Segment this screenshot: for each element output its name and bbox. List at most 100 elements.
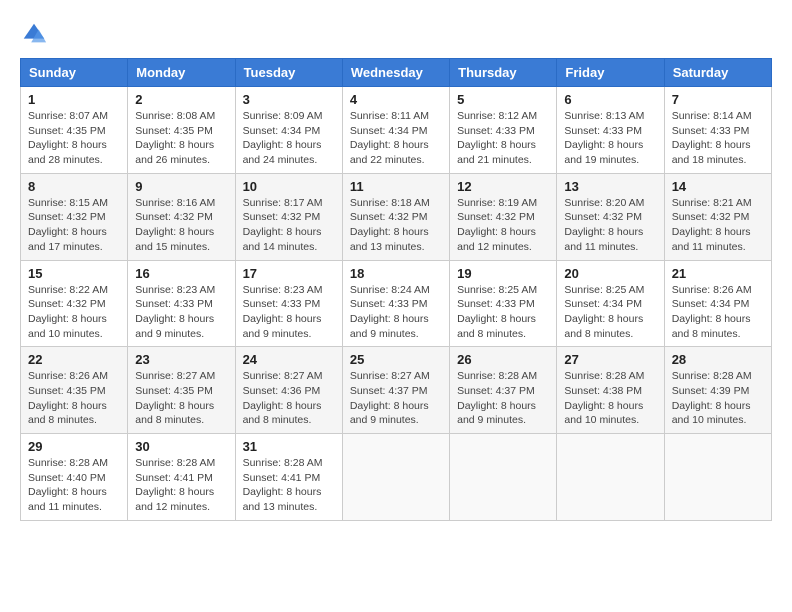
day-info: Sunrise: 8:17 AM Sunset: 4:32 PM Dayligh… [243,196,335,255]
day-number: 19 [457,266,549,281]
day-number: 26 [457,352,549,367]
day-number: 22 [28,352,120,367]
calendar-week-row: 1 Sunrise: 8:07 AM Sunset: 4:35 PM Dayli… [21,87,772,174]
calendar-header-wednesday: Wednesday [342,59,449,87]
day-info: Sunrise: 8:16 AM Sunset: 4:32 PM Dayligh… [135,196,227,255]
calendar-cell: 28 Sunrise: 8:28 AM Sunset: 4:39 PM Dayl… [664,347,771,434]
day-number: 2 [135,92,227,107]
calendar-table: SundayMondayTuesdayWednesdayThursdayFrid… [20,58,772,521]
day-info: Sunrise: 8:14 AM Sunset: 4:33 PM Dayligh… [672,109,764,168]
calendar-header-thursday: Thursday [450,59,557,87]
calendar-cell [664,434,771,521]
calendar-cell [557,434,664,521]
day-number: 28 [672,352,764,367]
day-number: 11 [350,179,442,194]
day-info: Sunrise: 8:09 AM Sunset: 4:34 PM Dayligh… [243,109,335,168]
day-info: Sunrise: 8:26 AM Sunset: 4:35 PM Dayligh… [28,369,120,428]
day-number: 25 [350,352,442,367]
day-info: Sunrise: 8:07 AM Sunset: 4:35 PM Dayligh… [28,109,120,168]
day-number: 30 [135,439,227,454]
calendar-cell [450,434,557,521]
day-info: Sunrise: 8:15 AM Sunset: 4:32 PM Dayligh… [28,196,120,255]
calendar-cell: 6 Sunrise: 8:13 AM Sunset: 4:33 PM Dayli… [557,87,664,174]
calendar-cell: 22 Sunrise: 8:26 AM Sunset: 4:35 PM Dayl… [21,347,128,434]
calendar-header-sunday: Sunday [21,59,128,87]
day-number: 6 [564,92,656,107]
day-info: Sunrise: 8:24 AM Sunset: 4:33 PM Dayligh… [350,283,442,342]
day-number: 16 [135,266,227,281]
day-number: 13 [564,179,656,194]
day-info: Sunrise: 8:25 AM Sunset: 4:33 PM Dayligh… [457,283,549,342]
day-number: 20 [564,266,656,281]
day-number: 7 [672,92,764,107]
logo [20,20,52,48]
calendar-cell: 27 Sunrise: 8:28 AM Sunset: 4:38 PM Dayl… [557,347,664,434]
day-number: 5 [457,92,549,107]
calendar-cell: 4 Sunrise: 8:11 AM Sunset: 4:34 PM Dayli… [342,87,449,174]
calendar-cell: 26 Sunrise: 8:28 AM Sunset: 4:37 PM Dayl… [450,347,557,434]
day-info: Sunrise: 8:27 AM Sunset: 4:35 PM Dayligh… [135,369,227,428]
calendar-header-friday: Friday [557,59,664,87]
calendar-cell: 30 Sunrise: 8:28 AM Sunset: 4:41 PM Dayl… [128,434,235,521]
calendar-cell: 20 Sunrise: 8:25 AM Sunset: 4:34 PM Dayl… [557,260,664,347]
day-info: Sunrise: 8:22 AM Sunset: 4:32 PM Dayligh… [28,283,120,342]
calendar-cell: 17 Sunrise: 8:23 AM Sunset: 4:33 PM Dayl… [235,260,342,347]
calendar-cell: 11 Sunrise: 8:18 AM Sunset: 4:32 PM Dayl… [342,173,449,260]
calendar-cell: 24 Sunrise: 8:27 AM Sunset: 4:36 PM Dayl… [235,347,342,434]
calendar-cell: 1 Sunrise: 8:07 AM Sunset: 4:35 PM Dayli… [21,87,128,174]
day-info: Sunrise: 8:27 AM Sunset: 4:36 PM Dayligh… [243,369,335,428]
day-info: Sunrise: 8:23 AM Sunset: 4:33 PM Dayligh… [135,283,227,342]
calendar-cell: 13 Sunrise: 8:20 AM Sunset: 4:32 PM Dayl… [557,173,664,260]
calendar-cell: 7 Sunrise: 8:14 AM Sunset: 4:33 PM Dayli… [664,87,771,174]
day-info: Sunrise: 8:19 AM Sunset: 4:32 PM Dayligh… [457,196,549,255]
day-info: Sunrise: 8:13 AM Sunset: 4:33 PM Dayligh… [564,109,656,168]
calendar-header-row: SundayMondayTuesdayWednesdayThursdayFrid… [21,59,772,87]
day-info: Sunrise: 8:25 AM Sunset: 4:34 PM Dayligh… [564,283,656,342]
page-header [20,20,772,48]
day-number: 1 [28,92,120,107]
day-info: Sunrise: 8:27 AM Sunset: 4:37 PM Dayligh… [350,369,442,428]
calendar-cell: 21 Sunrise: 8:26 AM Sunset: 4:34 PM Dayl… [664,260,771,347]
calendar-week-row: 8 Sunrise: 8:15 AM Sunset: 4:32 PM Dayli… [21,173,772,260]
calendar-cell: 19 Sunrise: 8:25 AM Sunset: 4:33 PM Dayl… [450,260,557,347]
day-info: Sunrise: 8:23 AM Sunset: 4:33 PM Dayligh… [243,283,335,342]
calendar-week-row: 15 Sunrise: 8:22 AM Sunset: 4:32 PM Dayl… [21,260,772,347]
day-info: Sunrise: 8:28 AM Sunset: 4:37 PM Dayligh… [457,369,549,428]
day-number: 10 [243,179,335,194]
day-info: Sunrise: 8:28 AM Sunset: 4:40 PM Dayligh… [28,456,120,515]
calendar-cell: 29 Sunrise: 8:28 AM Sunset: 4:40 PM Dayl… [21,434,128,521]
day-number: 29 [28,439,120,454]
calendar-cell: 16 Sunrise: 8:23 AM Sunset: 4:33 PM Dayl… [128,260,235,347]
calendar-cell: 8 Sunrise: 8:15 AM Sunset: 4:32 PM Dayli… [21,173,128,260]
day-number: 9 [135,179,227,194]
day-info: Sunrise: 8:26 AM Sunset: 4:34 PM Dayligh… [672,283,764,342]
day-number: 21 [672,266,764,281]
day-number: 23 [135,352,227,367]
calendar-cell: 9 Sunrise: 8:16 AM Sunset: 4:32 PM Dayli… [128,173,235,260]
day-info: Sunrise: 8:28 AM Sunset: 4:41 PM Dayligh… [135,456,227,515]
calendar-week-row: 22 Sunrise: 8:26 AM Sunset: 4:35 PM Dayl… [21,347,772,434]
calendar-header-tuesday: Tuesday [235,59,342,87]
day-number: 31 [243,439,335,454]
calendar-header-saturday: Saturday [664,59,771,87]
calendar-cell: 14 Sunrise: 8:21 AM Sunset: 4:32 PM Dayl… [664,173,771,260]
calendar-cell: 31 Sunrise: 8:28 AM Sunset: 4:41 PM Dayl… [235,434,342,521]
calendar-cell: 23 Sunrise: 8:27 AM Sunset: 4:35 PM Dayl… [128,347,235,434]
day-info: Sunrise: 8:18 AM Sunset: 4:32 PM Dayligh… [350,196,442,255]
day-number: 15 [28,266,120,281]
day-info: Sunrise: 8:20 AM Sunset: 4:32 PM Dayligh… [564,196,656,255]
day-info: Sunrise: 8:28 AM Sunset: 4:41 PM Dayligh… [243,456,335,515]
calendar-cell: 15 Sunrise: 8:22 AM Sunset: 4:32 PM Dayl… [21,260,128,347]
calendar-cell: 10 Sunrise: 8:17 AM Sunset: 4:32 PM Dayl… [235,173,342,260]
calendar-cell: 18 Sunrise: 8:24 AM Sunset: 4:33 PM Dayl… [342,260,449,347]
day-info: Sunrise: 8:21 AM Sunset: 4:32 PM Dayligh… [672,196,764,255]
day-info: Sunrise: 8:28 AM Sunset: 4:38 PM Dayligh… [564,369,656,428]
calendar-cell: 2 Sunrise: 8:08 AM Sunset: 4:35 PM Dayli… [128,87,235,174]
calendar-cell [342,434,449,521]
logo-icon [20,20,48,48]
calendar-header-monday: Monday [128,59,235,87]
calendar-week-row: 29 Sunrise: 8:28 AM Sunset: 4:40 PM Dayl… [21,434,772,521]
day-number: 24 [243,352,335,367]
calendar-cell: 5 Sunrise: 8:12 AM Sunset: 4:33 PM Dayli… [450,87,557,174]
day-number: 8 [28,179,120,194]
